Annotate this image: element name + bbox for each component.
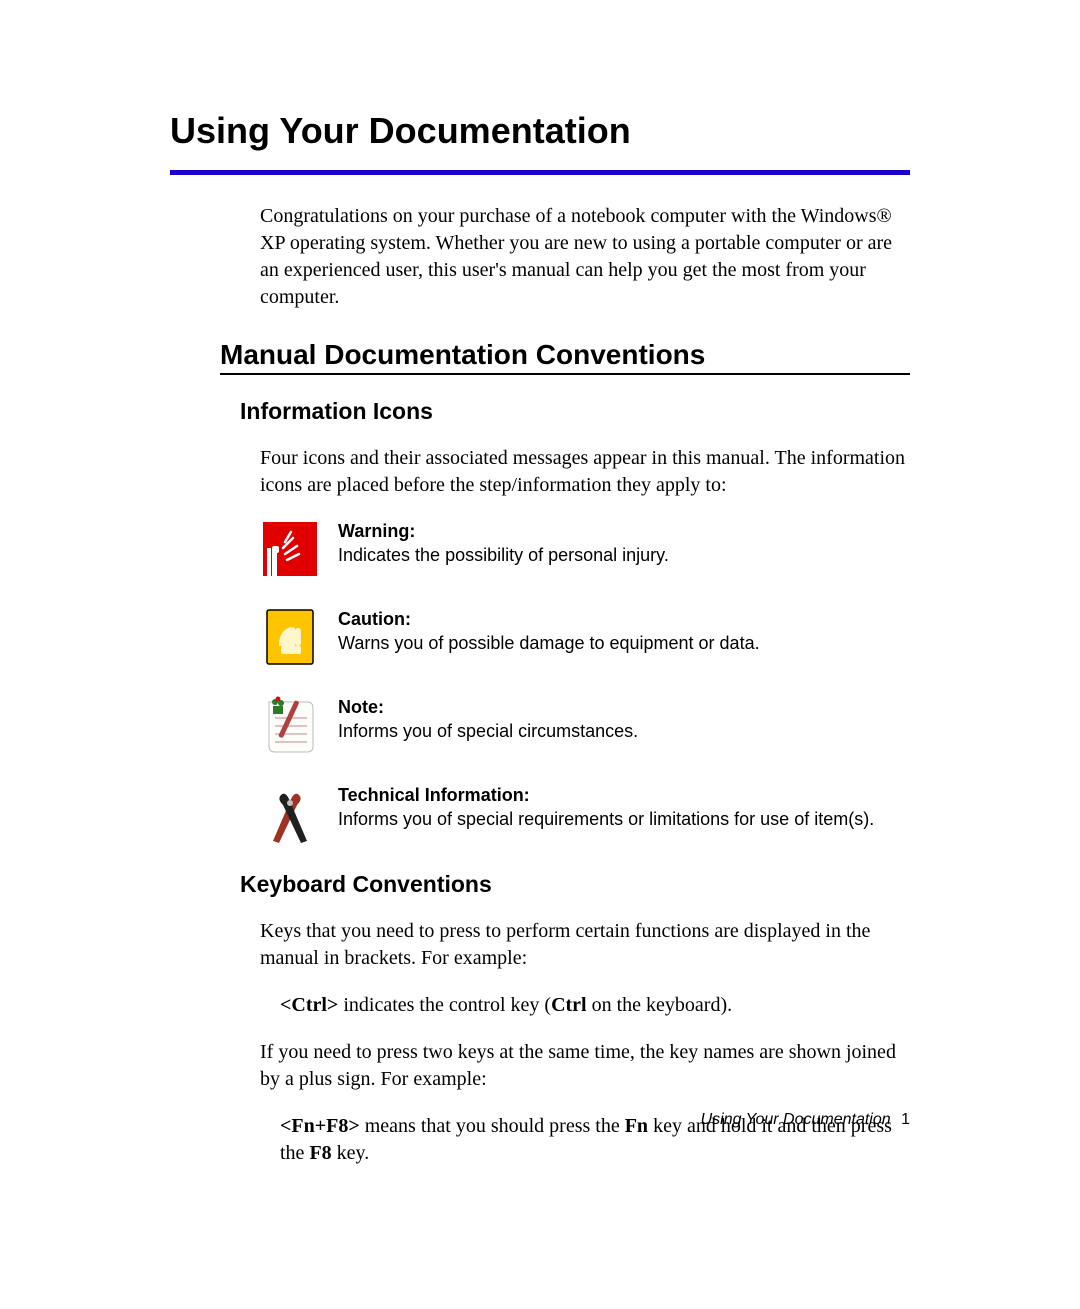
technical-icon: [260, 783, 320, 843]
text: key.: [332, 1142, 370, 1164]
icon-item-note: Note: Informs you of special circumstanc…: [260, 695, 910, 755]
footer-label: Using Your Documentation: [701, 1111, 891, 1128]
section-rule: [220, 373, 910, 375]
note-icon: [260, 695, 320, 755]
text: on the keyboard).: [587, 994, 733, 1016]
icon-item-caution: Caution: Warns you of possible damage to…: [260, 607, 910, 667]
document-page: Using Your Documentation Congratulations…: [0, 0, 1080, 1309]
icon-item-warning: Warning: Indicates the possibility of pe…: [260, 519, 910, 579]
keyboard-p2: <Ctrl> indicates the control key (Ctrl o…: [280, 992, 910, 1019]
caution-icon: [260, 607, 320, 667]
key-f8: F8: [309, 1142, 331, 1164]
icon-item-technical: Technical Information: Informs you of sp…: [260, 783, 910, 843]
warning-icon: [260, 519, 320, 579]
intro-paragraph: Congratulations on your purchase of a no…: [260, 203, 910, 311]
keyboard-heading: Keyboard Conventions: [240, 871, 910, 898]
key-fn: Fn: [625, 1115, 648, 1137]
keyboard-p1: Keys that you need to press to perform c…: [260, 918, 910, 972]
text: indicates the control key (: [338, 994, 551, 1016]
info-icons-intro: Four icons and their associated messages…: [260, 445, 910, 499]
icon-label: Technical Information:: [338, 785, 530, 805]
key-fn-f8: <Fn+F8>: [280, 1115, 360, 1137]
icon-label: Note:: [338, 697, 384, 717]
icon-label: Caution:: [338, 609, 411, 629]
icon-desc: Informs you of special circumstances.: [338, 721, 638, 741]
page-title: Using Your Documentation: [170, 110, 910, 152]
icon-label: Warning:: [338, 521, 415, 541]
info-icons-heading: Information Icons: [240, 398, 910, 425]
icon-desc: Informs you of special requirements or l…: [338, 809, 874, 829]
icon-text: Note: Informs you of special circumstanc…: [338, 695, 638, 744]
key-ctrl: <Ctrl>: [280, 994, 338, 1016]
key-ctrl-label: Ctrl: [551, 994, 587, 1016]
icon-text: Technical Information: Informs you of sp…: [338, 783, 874, 832]
icon-text: Caution: Warns you of possible damage to…: [338, 607, 760, 656]
icon-desc: Warns you of possible damage to equipmen…: [338, 633, 760, 653]
page-footer: Using Your Documentation 1: [701, 1111, 910, 1129]
title-rule: [170, 170, 910, 175]
icon-text: Warning: Indicates the possibility of pe…: [338, 519, 669, 568]
icon-desc: Indicates the possibility of personal in…: [338, 545, 669, 565]
section-heading: Manual Documentation Conventions: [220, 339, 910, 371]
page-number: 1: [901, 1111, 910, 1128]
keyboard-p3: If you need to press two keys at the sam…: [260, 1039, 910, 1093]
text: means that you should press the: [360, 1115, 625, 1137]
